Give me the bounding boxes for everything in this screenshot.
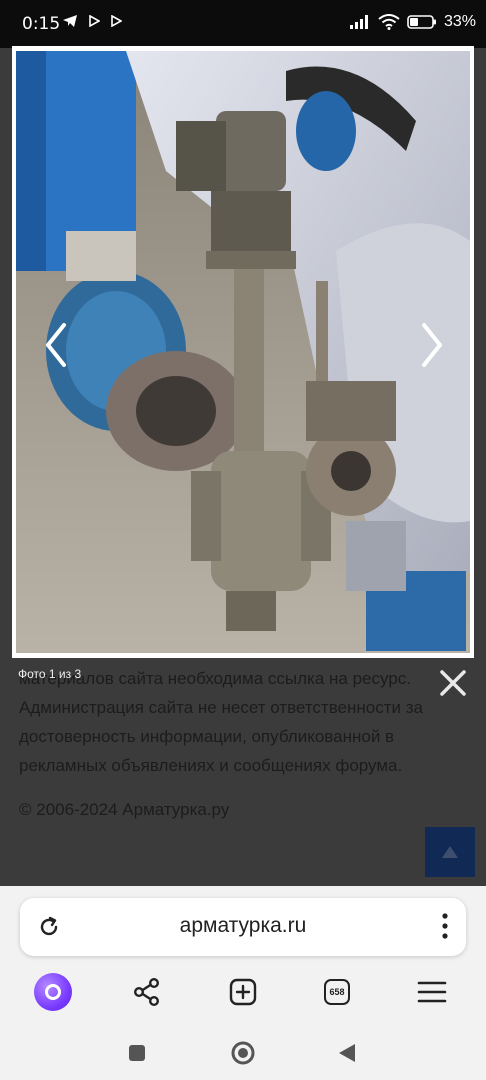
notification-icons [62,14,122,28]
menu-button[interactable] [410,970,454,1014]
disclaimer-line: достоверность информации, опубликованной… [19,727,395,746]
arrow-up-icon [442,846,458,858]
back-triangle-icon [339,1044,355,1062]
wifi-icon [378,14,400,30]
alice-icon [34,973,72,1011]
status-time: 0:15 [22,14,61,34]
play-icon [111,15,122,27]
close-icon [440,670,466,696]
signal-icon [349,15,368,29]
square-icon [129,1045,145,1061]
tabs-count: 658 [324,979,350,1005]
photo-counter: Фото 1 из 3 [18,667,82,681]
battery-percent: 33% [443,13,476,30]
system-nav-bar [0,1026,486,1080]
alice-assistant-button[interactable] [31,970,75,1014]
telegram-icon [63,15,77,27]
disclaimer-line: Администрация сайта не несет ответственн… [19,698,423,717]
hamburger-icon [417,981,447,1003]
new-tab-button[interactable] [221,970,265,1014]
disclaimer-line: рекламных объявлениях и сообщениях форум… [19,756,403,775]
next-photo-button[interactable] [412,315,452,375]
tabs-button[interactable]: 658 [315,970,359,1014]
share-button[interactable] [125,970,169,1014]
system-status-icons: 33% [349,13,476,31]
scroll-top-button[interactable] [425,827,475,877]
previous-photo-button[interactable] [36,315,76,375]
photo-frame [12,46,474,658]
disclaimer-text: материалов сайта необходима ссылка на ре… [19,664,459,780]
back-button[interactable] [332,1038,362,1068]
recents-button[interactable] [122,1038,152,1068]
battery-icon [407,15,436,29]
play-icon [89,15,100,27]
url-text[interactable]: арматурка.ru [20,914,466,938]
disclaimer-line: материалов сайта необходима ссылка на ре… [19,669,411,688]
share-icon [134,978,160,1007]
home-button[interactable] [228,1038,258,1068]
valve-photo [16,51,470,653]
address-bar[interactable]: арматурка.ru [20,898,466,956]
home-circle-icon [231,1041,255,1065]
chevron-left-icon [46,323,66,367]
status-bar: 0:15 33% [0,0,486,48]
copyright: © 2006-2024 Арматурка.ру [19,800,230,819]
add-tab-icon [229,978,257,1006]
chevron-right-icon [422,323,442,367]
more-options-icon[interactable] [442,913,448,939]
close-viewer-button[interactable] [434,664,472,702]
